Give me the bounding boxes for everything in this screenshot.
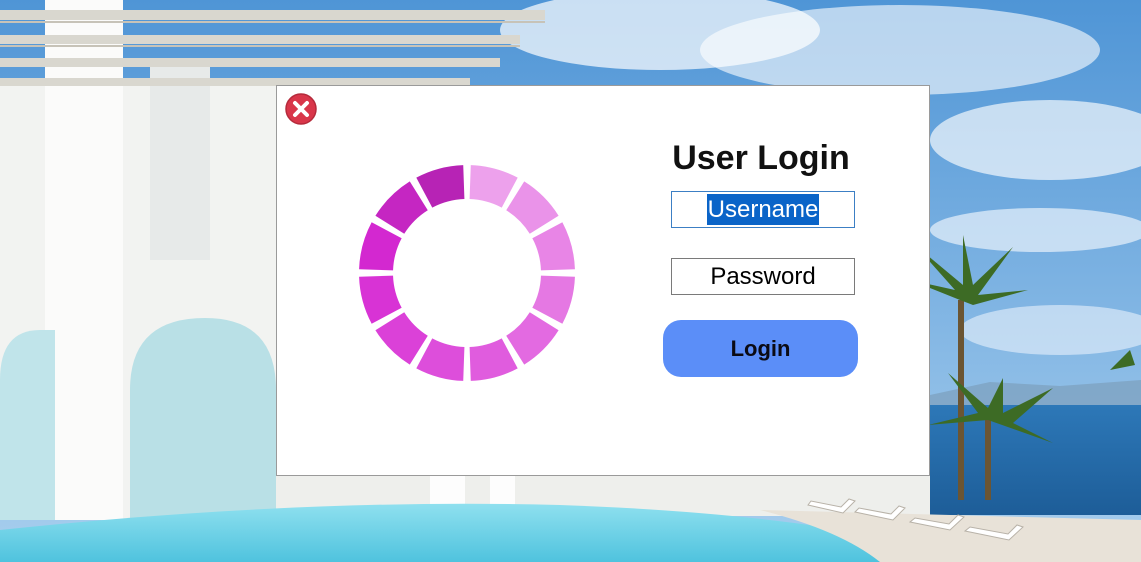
spinner-segment [416,165,465,208]
password-value: Password [710,263,816,290]
spinner-segment [375,312,428,365]
spinner-segment [469,165,518,208]
spinner-segment [532,275,575,324]
username-value: Username [706,194,820,225]
spinner-segment [532,222,575,271]
spinner-segment [375,181,428,234]
spinner-segment [359,222,402,271]
spinner-segment [506,312,559,365]
close-icon [285,93,317,125]
page-title: User Login [672,139,850,177]
login-button[interactable]: Login [663,320,858,377]
password-field[interactable]: Password [671,258,855,295]
login-dialog: User Login Username Password Login [276,85,930,476]
spinner-segment [416,338,465,381]
spinner-segment [469,338,518,381]
loading-spinner-icon [359,165,575,381]
close-button[interactable] [284,92,318,126]
spinner-segment [359,275,402,324]
username-field[interactable]: Username [671,191,855,228]
spinner-segment [506,181,559,234]
